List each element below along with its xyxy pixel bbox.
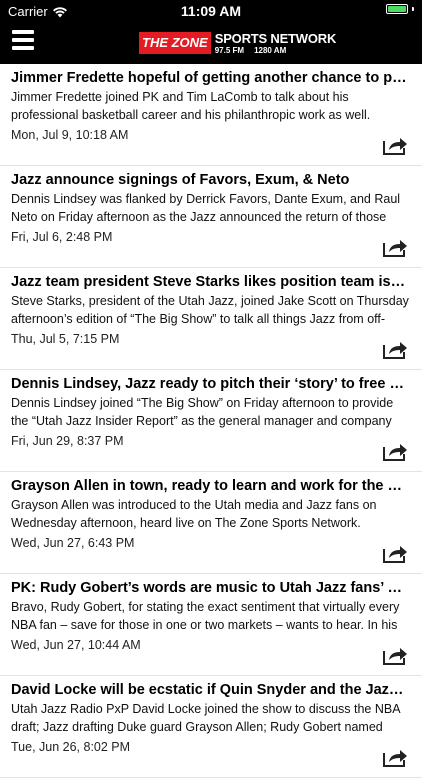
article-summary: Dennis Lindsey joined “The Big Show” on …	[11, 396, 394, 428]
hamburger-menu-icon[interactable]	[12, 30, 34, 52]
share-icon[interactable]	[382, 543, 408, 563]
article-item[interactable]: Jazz team president Steve Starks likes p…	[0, 268, 422, 370]
share-icon[interactable]	[382, 747, 408, 767]
logo-am: 1280 AM	[254, 45, 287, 55]
logo-zone-badge: THE ZONE	[139, 32, 211, 54]
battery-level	[388, 6, 406, 12]
article-title[interactable]: Jimmer Fredette hopeful of getting anoth…	[11, 68, 409, 88]
share-icon[interactable]	[382, 339, 408, 359]
article-date: Wed, Jun 27, 6:43 PM	[11, 536, 135, 550]
article-date: Tue, Jun 26, 8:02 PM	[11, 740, 131, 754]
article-summary: Steve Starks, president of the Utah Jazz…	[11, 294, 409, 326]
battery-icon	[386, 4, 408, 14]
article-item[interactable]: Grayson Allen in town, ready to learn an…	[0, 472, 422, 574]
article-date: Thu, Jul 5, 7:15 PM	[11, 332, 120, 346]
station-logo: THE ZONE SPORTS NETWORK 97.5 FM 1280 AM	[139, 29, 336, 57]
logo-text: SPORTS NETWORK 97.5 FM 1280 AM	[214, 30, 337, 55]
article-summary: Jimmer Fredette joined PK and Tim LaComb…	[11, 90, 371, 122]
article-title[interactable]: Jazz team president Steve Starks likes p…	[11, 272, 409, 292]
nav-bar: THE ZONE SPORTS NETWORK 97.5 FM 1280 AM	[0, 22, 422, 64]
logo-fm: 97.5 FM	[214, 45, 245, 55]
article-title[interactable]: David Locke will be ecstatic if Quin Sny…	[11, 680, 409, 700]
article-summary: Utah Jazz Radio PxP David Locke joined t…	[11, 702, 400, 734]
status-right	[386, 4, 414, 14]
article-title[interactable]: Jazz announce signings of Favors, Exum, …	[11, 170, 409, 190]
article-summary: Dennis Lindsey was flanked by Derrick Fa…	[11, 192, 401, 224]
article-title[interactable]: PK: Rudy Gobert’s words are music to Uta…	[11, 578, 409, 598]
article-title[interactable]: Grayson Allen in town, ready to learn an…	[11, 476, 409, 496]
battery-tip	[412, 7, 414, 11]
article-item[interactable]: Dennis Lindsey, Jazz ready to pitch thei…	[0, 370, 422, 472]
logo-title: SPORTS NETWORK	[214, 30, 337, 46]
share-icon[interactable]	[382, 135, 408, 155]
article-date: Fri, Jul 6, 2:48 PM	[11, 230, 113, 244]
article-date: Wed, Jun 27, 10:44 AM	[11, 638, 141, 652]
article-date: Mon, Jul 9, 10:18 AM	[11, 128, 129, 142]
share-icon[interactable]	[382, 237, 408, 257]
share-icon[interactable]	[382, 441, 408, 461]
article-item[interactable]: David Locke will be ecstatic if Quin Sny…	[0, 676, 422, 778]
article-title[interactable]: Dennis Lindsey, Jazz ready to pitch thei…	[11, 374, 409, 394]
article-item[interactable]: Jimmer Fredette hopeful of getting anoth…	[0, 64, 422, 166]
article-date: Fri, Jun 29, 8:37 PM	[11, 434, 124, 448]
logo-frequencies: 97.5 FM 1280 AM	[214, 45, 336, 55]
article-summary: Bravo, Rudy Gobert, for stating the exac…	[11, 600, 400, 632]
status-time: 11:09 AM	[180, 3, 242, 19]
share-icon[interactable]	[382, 645, 408, 665]
article-item[interactable]: PK: Rudy Gobert’s words are music to Uta…	[0, 574, 422, 676]
article-list: Jimmer Fredette hopeful of getting anoth…	[0, 64, 422, 778]
status-bar: Carrier 11:09 AM	[0, 0, 422, 22]
article-summary: Grayson Allen was introduced to the Utah…	[11, 498, 377, 530]
article-item[interactable]: Jazz announce signings of Favors, Exum, …	[0, 166, 422, 268]
